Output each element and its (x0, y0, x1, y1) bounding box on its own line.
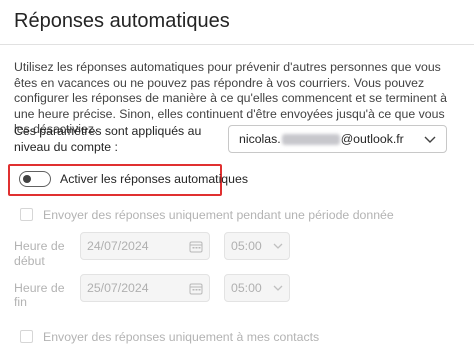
toggle-knob (23, 175, 31, 183)
auto-reply-toggle[interactable] (19, 171, 51, 187)
start-time-select[interactable]: 05:00 (224, 232, 290, 260)
end-date-value: 25/07/2024 (87, 281, 149, 295)
account-label: Ces paramètres sont appliqués au niveau … (14, 124, 202, 154)
end-time-value: 05:00 (231, 281, 262, 295)
calendar-icon (189, 283, 203, 295)
start-date-value: 24/07/2024 (87, 239, 149, 253)
redacted-email-part (281, 133, 340, 145)
chevron-down-icon (273, 285, 283, 291)
contacts-checkbox-label: Envoyer des réponses uniquement à mes co… (43, 330, 320, 344)
contacts-checkbox[interactable] (20, 330, 33, 343)
account-email: nicolas. @outlook.fr (239, 132, 404, 146)
email-suffix: @outlook.fr (340, 132, 404, 146)
end-time-select[interactable]: 05:00 (224, 274, 290, 302)
chevron-down-icon (424, 136, 436, 143)
chevron-down-icon (273, 243, 283, 249)
period-checkbox-label: Envoyer des réponses uniquement pendant … (43, 208, 394, 222)
end-date-input[interactable]: 25/07/2024 (80, 274, 210, 302)
email-prefix: nicolas. (239, 132, 281, 146)
end-label: Heure de fin (14, 281, 65, 309)
title-divider (0, 44, 474, 45)
start-date-input[interactable]: 24/07/2024 (80, 232, 210, 260)
calendar-icon (189, 241, 203, 253)
auto-reply-toggle-label[interactable]: Activer les réponses automatiques (60, 172, 248, 186)
start-time-value: 05:00 (231, 239, 262, 253)
period-checkbox[interactable] (20, 208, 33, 221)
account-dropdown[interactable]: nicolas. @outlook.fr (228, 125, 447, 153)
start-label: Heure de début (14, 239, 65, 268)
page-title: Réponses automatiques (14, 10, 230, 32)
